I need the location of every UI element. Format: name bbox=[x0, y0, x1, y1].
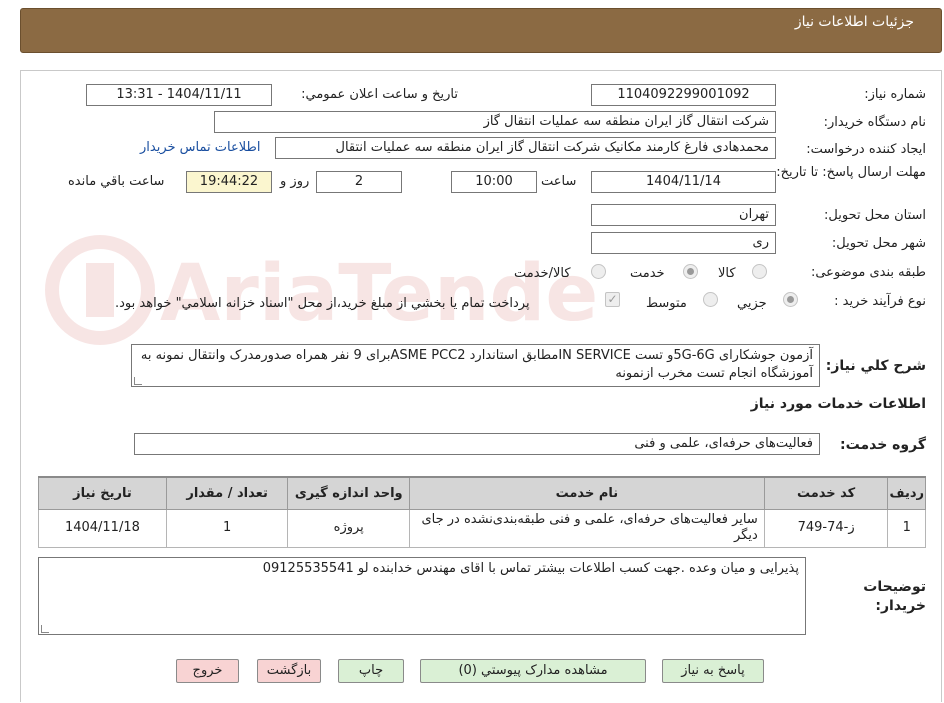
services-table: رديف کد خدمت نام خدمت واحد اندازه گيری ت… bbox=[38, 476, 926, 548]
deadline-label: مهلت ارسال پاسخ: تا تاریخ: bbox=[776, 165, 926, 180]
row-date: 1404/11/18 bbox=[38, 508, 167, 548]
col-quantity-header: تعداد / مقدار bbox=[165, 476, 289, 510]
process-medium-label: متوسط bbox=[646, 296, 687, 311]
row-service-name: سایر فعالیت‌های حرفه‌ای، علمی و فنی طبقه… bbox=[409, 508, 765, 548]
treasury-payment-checkbox[interactable]: ✓ bbox=[605, 292, 620, 307]
category-both-label: کالا/خدمت bbox=[514, 266, 571, 281]
category-label: طبقه بندی موضوعی: bbox=[810, 265, 926, 280]
exit-button[interactable]: خروج bbox=[176, 659, 239, 683]
col-code-header: کد خدمت bbox=[763, 476, 889, 510]
col-date-header: تاريخ نياز bbox=[38, 476, 167, 510]
category-goods-radio[interactable] bbox=[752, 264, 767, 279]
category-service-label: خدمت bbox=[630, 266, 665, 281]
deadline-time-label: ساعت bbox=[541, 174, 577, 189]
announce-date-label: تاریخ و ساعت اعلان عمومي: bbox=[301, 87, 458, 102]
col-index-header: رديف bbox=[887, 476, 926, 510]
row-unit: پروژه bbox=[287, 508, 411, 548]
service-group-field[interactable]: فعالیت‌های حرفه‌ای، علمی و فنی bbox=[134, 433, 820, 455]
buyer-notes-label: توضيحات خريدار: bbox=[863, 579, 926, 614]
process-minor-radio[interactable] bbox=[783, 292, 798, 307]
requester-label: ايجاد کننده درخواست: bbox=[806, 142, 926, 157]
services-table-header: رديف کد خدمت نام خدمت واحد اندازه گيری ت… bbox=[38, 476, 926, 510]
view-attachments-button[interactable]: مشاهده مدارک پيوستي (0) bbox=[420, 659, 646, 683]
need-number-field[interactable]: 1104092299001092 bbox=[591, 84, 776, 106]
resize-handle-icon[interactable] bbox=[41, 625, 49, 633]
treasury-payment-note: پرداخت تمام يا بخشي از مبلغ خريد،از محل … bbox=[115, 296, 530, 311]
category-service-radio[interactable] bbox=[683, 264, 698, 279]
city-field[interactable]: ری bbox=[591, 232, 776, 254]
process-medium-radio[interactable] bbox=[703, 292, 718, 307]
description-textarea[interactable]: آزمون جوشکارای 5G-6Gو تست IN SERVICEمطاب… bbox=[131, 344, 820, 387]
page-title: جزئیات اطلاعات نیاز bbox=[794, 14, 914, 30]
buyer-contact-link[interactable]: اطلاعات تماس خريدار bbox=[140, 140, 260, 155]
process-type-label: نوع فرآیند خرید : bbox=[834, 294, 926, 309]
days-label: روز و bbox=[280, 174, 310, 189]
row-index: 1 bbox=[887, 508, 926, 548]
buyer-notes-textarea[interactable]: پذیرایی و میان وعده .جهت کسب اطلاعات بیش… bbox=[38, 557, 806, 635]
row-code: ز-74-749 bbox=[763, 508, 889, 548]
col-name-header: نام خدمت bbox=[409, 476, 765, 510]
requester-field[interactable]: محمدهادی فارغ کارمند مکانیک شرکت انتقال … bbox=[275, 137, 776, 159]
resize-handle-icon[interactable] bbox=[134, 377, 142, 385]
province-field[interactable]: تهران bbox=[591, 204, 776, 226]
province-label: استان محل تحويل: bbox=[824, 208, 926, 223]
back-button[interactable]: بازگشت bbox=[257, 659, 321, 683]
remaining-time-field: 19:44:22 bbox=[186, 171, 272, 193]
buyer-org-label: نام دستگاه خريدار: bbox=[823, 115, 926, 130]
category-both-radio[interactable] bbox=[591, 264, 606, 279]
buyer-notes-text: پذیرایی و میان وعده .جهت کسب اطلاعات بیش… bbox=[262, 561, 799, 576]
description-label: شرح کلي نياز: bbox=[825, 358, 926, 374]
buyer-org-field[interactable]: شرکت انتقال گاز ایران منطقه سه عملیات ان… bbox=[214, 111, 776, 133]
remaining-time-label: ساعت باقي مانده bbox=[68, 174, 165, 189]
days-field[interactable]: 2 bbox=[316, 171, 402, 193]
service-group-label: گروه خدمت: bbox=[840, 437, 926, 453]
need-number-label: شماره نیاز: bbox=[864, 87, 926, 102]
services-section-title: اطلاعات خدمات مورد نياز bbox=[750, 396, 926, 412]
process-minor-label: جزيي bbox=[737, 296, 767, 311]
deadline-time-field[interactable]: 10:00 bbox=[451, 171, 537, 193]
col-unit-header: واحد اندازه گيری bbox=[287, 476, 411, 510]
print-button[interactable]: چاپ bbox=[338, 659, 404, 683]
table-row[interactable]: 1 ز-74-749 سایر فعالیت‌های حرفه‌ای، علمی… bbox=[38, 508, 926, 548]
city-label: شهر محل تحويل: bbox=[831, 236, 926, 251]
announce-date-field[interactable]: 1404/11/11 - 13:31 bbox=[86, 84, 272, 106]
row-quantity: 1 bbox=[165, 508, 289, 548]
description-text: آزمون جوشکارای 5G-6Gو تست IN SERVICEمطاب… bbox=[140, 348, 813, 381]
category-goods-label: کالا bbox=[718, 266, 736, 281]
reply-button[interactable]: پاسخ به نياز bbox=[662, 659, 764, 683]
deadline-date-field[interactable]: 1404/11/14 bbox=[591, 171, 776, 193]
